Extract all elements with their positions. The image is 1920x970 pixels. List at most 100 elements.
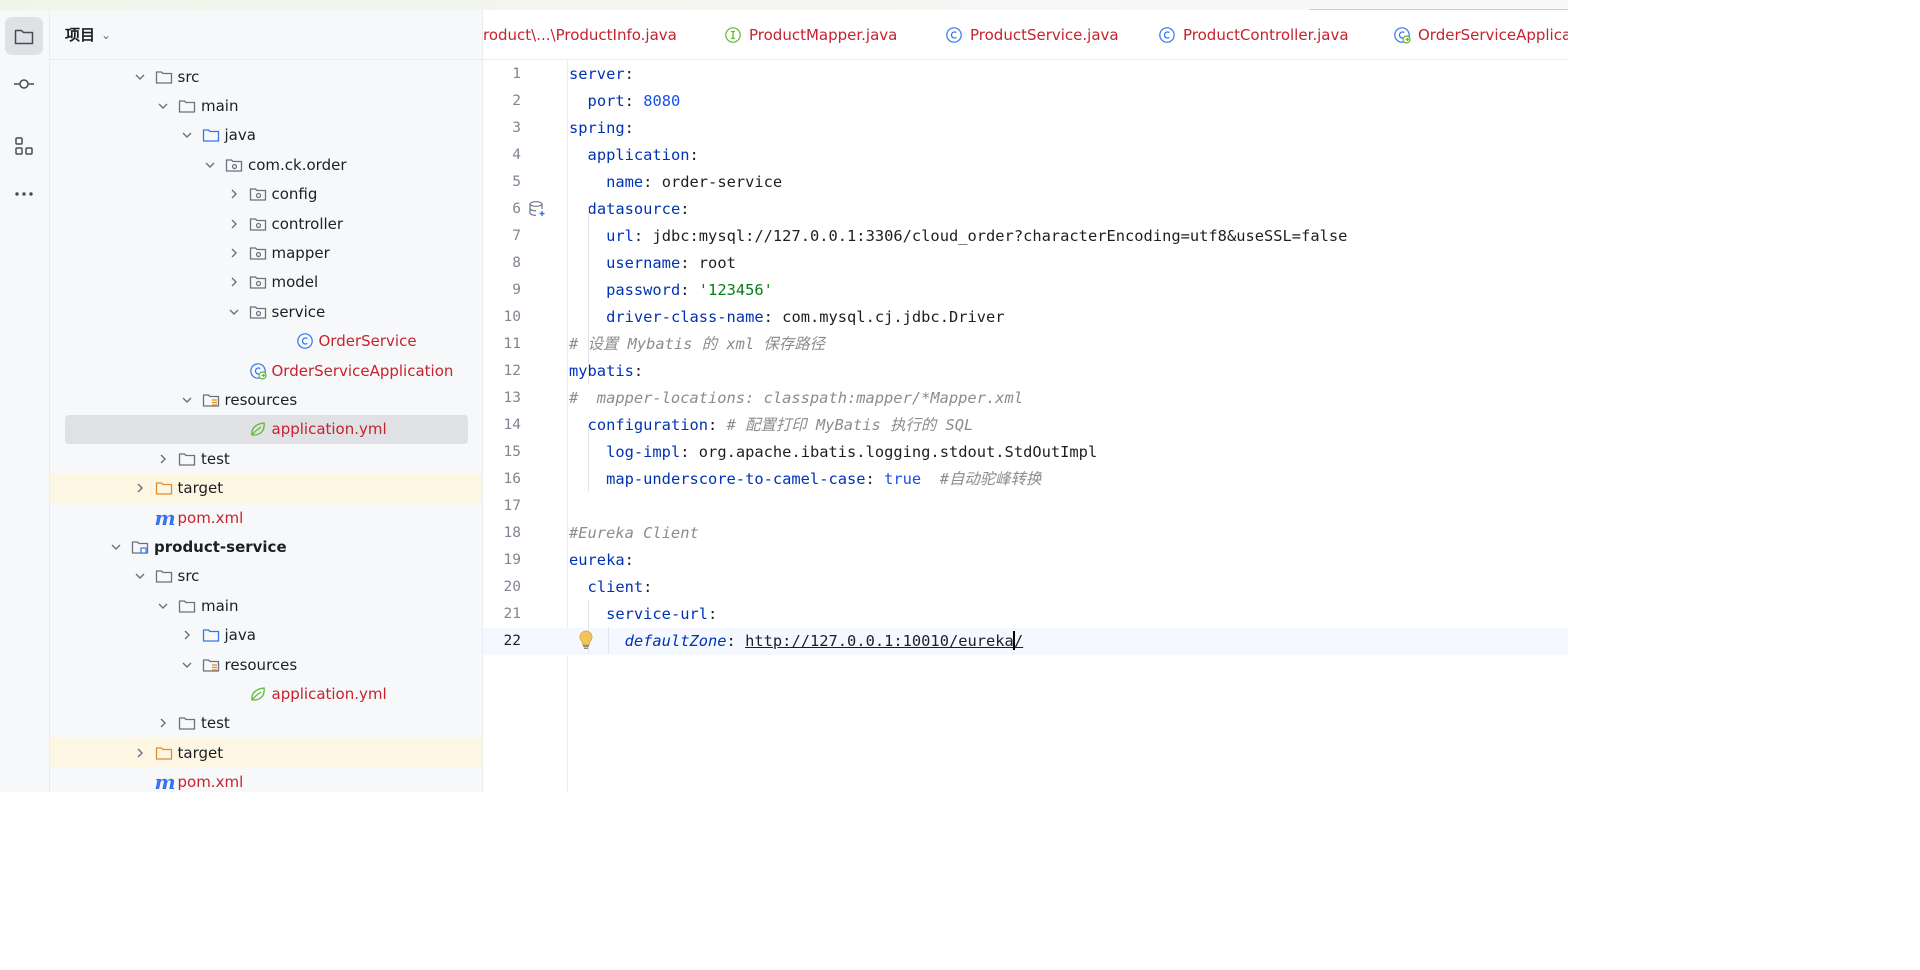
tree-item[interactable]: config: [50, 180, 482, 209]
chevron-down-icon[interactable]: [203, 158, 217, 172]
line-number: 11: [503, 336, 521, 352]
chevron-down-icon[interactable]: [109, 540, 123, 554]
tree-item[interactable]: target: [50, 473, 482, 503]
chevron-right-icon[interactable]: [227, 187, 241, 201]
editor-tab[interactable]: roduct\...\ProductInfo.java: [483, 10, 677, 59]
editor-tab[interactable]: OrderServiceApplicat: [1393, 10, 1568, 59]
commit-tool-button[interactable]: [5, 65, 43, 103]
code-line[interactable]: 9 password: '123456': [483, 277, 1568, 304]
chevron-down-icon[interactable]: [133, 70, 147, 84]
tree-item-label: pom.xml: [177, 508, 244, 527]
editor-tab[interactable]: ProductMapper.java: [724, 10, 897, 59]
tree-item-label: target: [177, 743, 224, 762]
folder-icon: [178, 714, 196, 732]
indent-guide: [608, 627, 609, 654]
tree-item-label: resources: [224, 655, 298, 674]
tree-item-label: main: [201, 596, 239, 615]
lightbulb-icon[interactable]: [578, 630, 594, 654]
code-text: server:: [569, 65, 634, 83]
resources-folder-icon: [202, 391, 220, 409]
editor-tab-label: OrderServiceApplicat: [1418, 26, 1568, 44]
project-panel-header[interactable]: 项目 ⌄: [50, 10, 482, 60]
code-line[interactable]: 14 configuration: # 配置打印 MyBatis 执行的 SQL: [483, 412, 1568, 439]
tree-item[interactable]: OrderService: [50, 327, 482, 356]
code-line[interactable]: 6 datasource:: [483, 196, 1568, 223]
chevron-right-icon[interactable]: [227, 246, 241, 260]
code-text: eureka:: [569, 551, 634, 569]
tree-item[interactable]: mapper: [50, 238, 482, 267]
chevron-down-icon[interactable]: [180, 393, 194, 407]
chevron-down-icon[interactable]: [180, 128, 194, 142]
tree-item[interactable]: main: [50, 591, 482, 620]
code-line[interactable]: 3 spring:: [483, 115, 1568, 142]
more-tools-button[interactable]: [5, 175, 43, 213]
chevron-right-icon[interactable]: [227, 275, 241, 289]
code-line[interactable]: 19 eureka:: [483, 547, 1568, 574]
code-editor[interactable]: 1 server: 2 port: 8080 3 spring: 4 applicatio…: [483, 60, 1568, 792]
chevron-right-icon[interactable]: [156, 716, 170, 730]
editor-tab[interactable]: ProductController.java: [1158, 10, 1349, 59]
code-line[interactable]: 18 #Eureka Client: [483, 520, 1568, 547]
code-line[interactable]: 20 client:: [483, 574, 1568, 601]
tree-item[interactable]: java: [50, 621, 482, 650]
tree-item[interactable]: application.yml: [50, 679, 482, 708]
code-line[interactable]: 7 url: jdbc:mysql://127.0.0.1:3306/cloud…: [483, 223, 1568, 250]
tree-item[interactable]: java: [50, 121, 482, 150]
code-line[interactable]: 11 # 设置 Mybatis 的 xml 保存路径: [483, 331, 1568, 358]
tree-item[interactable]: src: [50, 62, 482, 91]
chevron-right-icon[interactable]: [227, 217, 241, 231]
chevron-right-icon[interactable]: [133, 481, 147, 495]
code-line[interactable]: 2 port: 8080: [483, 88, 1568, 115]
structure-tool-button[interactable]: [5, 127, 43, 165]
chevron-down-icon[interactable]: [133, 569, 147, 583]
code-line[interactable]: 4 application:: [483, 142, 1568, 169]
tree-item[interactable]: test: [50, 709, 482, 738]
code-line[interactable]: 16 map-underscore-to-camel-case: true #自…: [483, 466, 1568, 493]
code-line[interactable]: 15 log-impl: org.apache.ibatis.logging.s…: [483, 439, 1568, 466]
code-text: password: '123456': [606, 281, 773, 299]
editor-tab[interactable]: ProductService.java: [945, 10, 1119, 59]
code-line[interactable]: 17: [483, 493, 1568, 520]
chevron-right-icon[interactable]: [133, 746, 147, 760]
tree-item[interactable]: service: [50, 297, 482, 326]
tree-item[interactable]: product-service: [50, 532, 482, 561]
database-icon[interactable]: [528, 200, 546, 222]
code-line[interactable]: 10 driver-class-name: com.mysql.cj.jdbc.…: [483, 304, 1568, 331]
tree-item-label: service: [271, 302, 326, 321]
tree-item[interactable]: OrderServiceApplication: [50, 356, 482, 385]
tree-item[interactable]: target: [50, 738, 482, 768]
tree-item[interactable]: main: [50, 91, 482, 120]
tree-item-label: OrderServiceApplication: [271, 361, 454, 380]
code-line[interactable]: 22 defaultZone: http://127.0.0.1:10010/e…: [483, 628, 1568, 655]
tree-item[interactable]: src: [50, 562, 482, 591]
code-line[interactable]: 21 service-url:: [483, 601, 1568, 628]
tree-item[interactable]: resources: [50, 650, 482, 679]
code-line[interactable]: 5 name: order-service: [483, 169, 1568, 196]
chevron-down-icon[interactable]: [227, 305, 241, 319]
chevron-right-icon[interactable]: [156, 452, 170, 466]
chevron-right-icon[interactable]: [180, 628, 194, 642]
chevron-down-icon[interactable]: ⌄: [101, 28, 111, 42]
tree-item[interactable]: m pom.xml: [50, 768, 482, 792]
package-icon: [249, 185, 267, 203]
chevron-down-icon[interactable]: [180, 658, 194, 672]
tree-item[interactable]: controller: [50, 209, 482, 238]
code-text: spring:: [569, 119, 634, 137]
code-line[interactable]: 8 username: root: [483, 250, 1568, 277]
code-line[interactable]: 12 mybatis:: [483, 358, 1568, 385]
commit-icon: [14, 79, 34, 89]
code-line[interactable]: 13 # mapper-locations: classpath:mapper/*…: [483, 385, 1568, 412]
tree-item[interactable]: model: [50, 268, 482, 297]
spring-app-icon: [1393, 26, 1411, 44]
code-line[interactable]: 1 server:: [483, 61, 1568, 88]
folder-icon: [178, 97, 196, 115]
tree-item[interactable]: resources: [50, 385, 482, 414]
tree-item[interactable]: com.ck.order: [50, 150, 482, 179]
tree-item[interactable]: m pom.xml: [50, 503, 482, 532]
chevron-down-icon[interactable]: [156, 99, 170, 113]
editor-tab-label: roduct\...\ProductInfo.java: [483, 26, 677, 44]
chevron-down-icon[interactable]: [156, 599, 170, 613]
tree-item[interactable]: test: [50, 444, 482, 473]
project-tool-button[interactable]: [5, 17, 43, 55]
tree-item[interactable]: application.yml: [65, 414, 468, 444]
